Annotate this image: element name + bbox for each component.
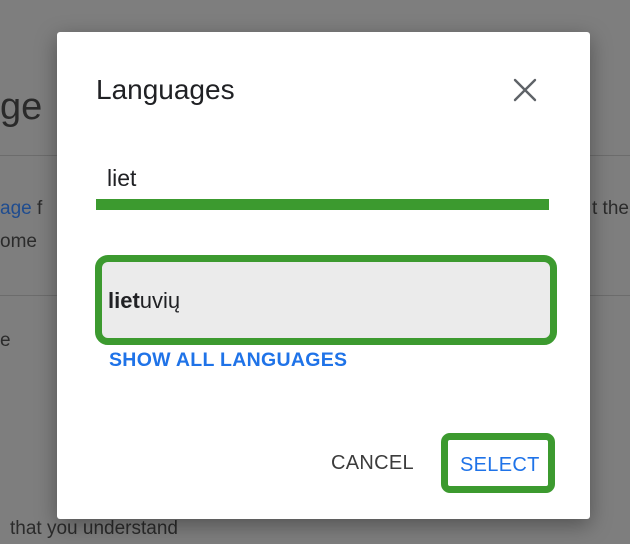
- background-text-line: that you understand: [10, 518, 178, 539]
- background-text-line: age f: [0, 198, 42, 220]
- select-button-label: SELECT: [460, 454, 540, 476]
- show-all-languages-link[interactable]: SHOW ALL LANGUAGES: [109, 349, 347, 372]
- search-input-underline: [96, 199, 549, 210]
- close-icon: [513, 78, 537, 102]
- language-search-input[interactable]: [107, 165, 547, 192]
- unmatched-text: uvių: [139, 288, 181, 313]
- close-button[interactable]: [507, 72, 543, 108]
- background-text-fragment: t the: [592, 198, 629, 219]
- languages-dialog: Languages lietuvių SHOW ALL LANGUAGES CA…: [57, 32, 590, 519]
- cancel-button[interactable]: CANCEL: [331, 452, 414, 475]
- language-option-label: lietuvių: [108, 288, 180, 314]
- background-text-line: e: [0, 330, 11, 351]
- matched-text: liet: [108, 288, 140, 313]
- background-heading: ge: [0, 86, 43, 128]
- language-option-lietuviu[interactable]: lietuvių: [95, 255, 557, 345]
- dialog-title: Languages: [96, 74, 235, 105]
- background-link: age: [0, 198, 32, 219]
- background-text-line: ome: [0, 231, 37, 252]
- background-text-fragment: f: [31, 198, 43, 219]
- select-button[interactable]: SELECT: [441, 433, 555, 493]
